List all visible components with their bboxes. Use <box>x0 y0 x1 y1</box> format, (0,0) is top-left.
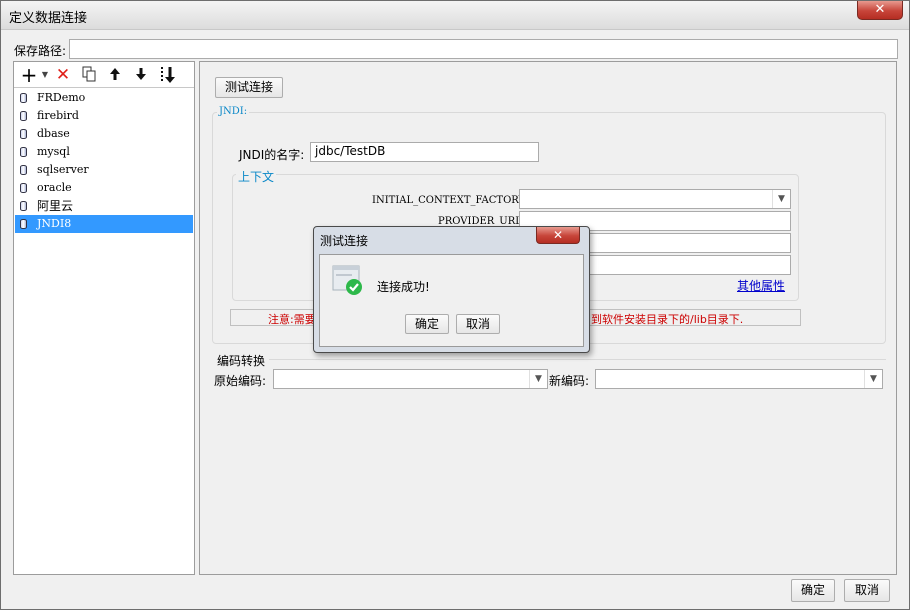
save-path-label: 保存路径: <box>14 44 67 58</box>
window-close-button[interactable]: ✕ <box>857 1 903 20</box>
dialog-ok-button[interactable]: 确定 <box>405 314 449 334</box>
sort-icon[interactable] <box>158 66 180 84</box>
context-group-label: 上下文 <box>236 168 277 185</box>
original-encoding-select[interactable]: ▼ <box>273 369 548 389</box>
add-dropdown-icon[interactable]: ▼ <box>36 66 54 84</box>
database-icon <box>20 183 27 193</box>
tree-item-label: firebird <box>37 109 79 122</box>
cancel-button[interactable]: 取消 <box>844 579 890 602</box>
jndi-name-label: JNDI的名字: <box>239 148 305 162</box>
save-path-input[interactable] <box>69 39 898 59</box>
chevron-down-icon[interactable]: ▼ <box>772 190 790 208</box>
tree-item-dbase[interactable]: dbase <box>15 125 193 143</box>
jndi-group-label: JNDI: <box>217 106 250 117</box>
tree-item-label: JNDI8 <box>37 217 72 230</box>
dialog-cancel-button[interactable]: 取消 <box>456 314 500 334</box>
tree-item-label: FRDemo <box>37 91 86 104</box>
dialog-message: 连接成功! <box>377 280 430 294</box>
move-down-icon[interactable] <box>132 66 150 84</box>
connection-list-panel: + ▼ ✕ FRDemo firebird dbase mysql sqlser… <box>13 61 195 575</box>
chevron-down-icon[interactable]: ▼ <box>529 370 547 388</box>
move-up-icon[interactable] <box>106 66 124 84</box>
connection-toolbar: + ▼ ✕ <box>14 62 194 88</box>
define-data-connection-window: 定义数据连接 ✕ 保存路径: + ▼ ✕ FRDemo firebird dba… <box>0 0 910 610</box>
driver-note-left: 注意:需要 <box>268 313 316 326</box>
tree-item-jndi8[interactable]: JNDI8 <box>15 215 193 233</box>
tree-item-label: mysql <box>37 145 70 158</box>
test-connection-button[interactable]: 测试连接 <box>215 77 283 98</box>
new-encoding-label: 新编码: <box>549 374 590 388</box>
window-title: 定义数据连接 <box>9 11 88 26</box>
tree-item-firebird[interactable]: firebird <box>15 107 193 125</box>
tree-item-frdemo[interactable]: FRDemo <box>15 89 193 107</box>
tree-item-sqlserver[interactable]: sqlserver <box>15 161 193 179</box>
tree-item-oracle[interactable]: oracle <box>15 179 193 197</box>
database-icon <box>20 111 27 121</box>
original-encoding-label: 原始编码: <box>214 374 267 388</box>
database-icon <box>20 147 27 157</box>
encoding-group-label: 编码转换 <box>217 354 266 368</box>
ok-button[interactable]: 确定 <box>791 579 835 602</box>
driver-note-right: 到软件安装目录下的/lib目录下. <box>591 313 744 326</box>
encoding-divider <box>269 359 886 360</box>
dialog-title: 测试连接 <box>320 234 369 248</box>
copy-icon[interactable] <box>80 66 98 84</box>
database-icon <box>20 129 27 139</box>
other-properties-link[interactable]: 其他属性 <box>737 277 785 294</box>
tree-item-label: sqlserver <box>37 163 89 176</box>
dialog-body: 连接成功! 确定 取消 <box>319 254 584 347</box>
initial-context-factory-label: INITIAL_CONTEXT_FACTORY: <box>372 195 528 206</box>
tree-item-aliyun[interactable]: 阿里云 <box>15 197 193 215</box>
database-icon <box>20 201 27 211</box>
delete-icon[interactable]: ✕ <box>54 66 72 84</box>
test-connection-dialog: 测试连接 ✕ 连接成功! 确定 取消 <box>313 226 590 353</box>
jndi-name-input[interactable]: jdbc/TestDB <box>310 142 539 162</box>
database-icon <box>20 219 27 229</box>
initial-context-factory-select[interactable]: ▼ <box>519 189 791 209</box>
tree-item-label: oracle <box>37 181 72 194</box>
database-icon <box>20 165 27 175</box>
tree-item-label: dbase <box>37 127 70 140</box>
dialog-close-button[interactable]: ✕ <box>536 227 580 244</box>
database-icon <box>20 93 27 103</box>
tree-item-label: 阿里云 <box>37 199 74 213</box>
new-encoding-select[interactable]: ▼ <box>595 369 883 389</box>
tree-item-mysql[interactable]: mysql <box>15 143 193 161</box>
success-icon <box>332 265 364 297</box>
title-bar[interactable]: 定义数据连接 ✕ <box>1 1 909 30</box>
chevron-down-icon[interactable]: ▼ <box>864 370 882 388</box>
